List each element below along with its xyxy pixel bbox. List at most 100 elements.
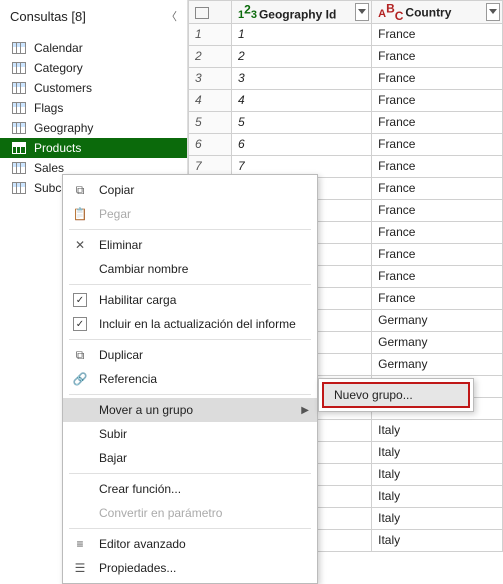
sidebar-item-label: Category (34, 61, 83, 75)
menu-item[interactable]: 🔗 Referencia (63, 367, 317, 391)
menu-item[interactable]: ☰ Propiedades... (63, 556, 317, 580)
sidebar-item-calendar[interactable]: Calendar (0, 38, 187, 58)
cell-geography-id[interactable]: 1 (232, 23, 372, 45)
row-number[interactable]: 5 (189, 111, 232, 133)
table-row[interactable]: 22France (189, 45, 503, 67)
cell-country[interactable]: France (372, 199, 503, 221)
menu-item-label: Convertir en parámetro (99, 506, 222, 520)
submenu-item-new-group[interactable]: Nuevo grupo... (322, 382, 470, 408)
cell-country[interactable]: Italy (372, 463, 503, 485)
cell-country[interactable]: Italy (372, 485, 503, 507)
cell-country[interactable]: Germany (372, 309, 503, 331)
table-icon (12, 122, 26, 134)
menu-item-label: Propiedades... (99, 561, 176, 575)
cell-country[interactable]: Germany (372, 331, 503, 353)
blank-icon (71, 505, 89, 521)
cell-country[interactable]: France (372, 45, 503, 67)
text-type-icon: ABC (378, 8, 403, 20)
menu-separator (69, 229, 311, 230)
row-number[interactable]: 2 (189, 45, 232, 67)
blank-icon (71, 261, 89, 277)
menu-item-label: Editor avanzado (99, 537, 186, 551)
cell-country[interactable]: Germany (372, 353, 503, 375)
cell-country[interactable]: France (372, 89, 503, 111)
sidebar-item-products[interactable]: Products (0, 138, 187, 158)
sidebar-title: Consultas [8] (10, 9, 86, 24)
menu-item[interactable]: Bajar (63, 446, 317, 470)
cell-country[interactable]: France (372, 243, 503, 265)
menu-item[interactable]: ⧉Copiar (63, 178, 317, 202)
table-row[interactable]: 44France (189, 89, 503, 111)
column-header-geography-id[interactable]: 123Geography Id (232, 1, 372, 24)
row-number[interactable]: 1 (189, 23, 232, 45)
cell-country[interactable]: France (372, 111, 503, 133)
sidebar-item-customers[interactable]: Customers (0, 78, 187, 98)
reference-icon: 🔗 (71, 371, 89, 387)
menu-item[interactable]: Crear función... (63, 477, 317, 501)
menu-item-label: Copiar (99, 183, 134, 197)
menu-separator (69, 394, 311, 395)
cell-country[interactable]: France (372, 177, 503, 199)
cell-country[interactable]: Italy (372, 441, 503, 463)
cell-country[interactable]: Italy (372, 419, 503, 441)
cell-geography-id[interactable]: 4 (232, 89, 372, 111)
menu-item[interactable]: ✓ Habilitar carga (63, 288, 317, 312)
menu-item-label: Bajar (99, 451, 127, 465)
cell-geography-id[interactable]: 5 (232, 111, 372, 133)
cell-country[interactable]: France (372, 133, 503, 155)
sidebar-header[interactable]: Consultas [8] 〈 (0, 4, 187, 32)
table-row[interactable]: 55France (189, 111, 503, 133)
cell-country[interactable]: Italy (372, 507, 503, 529)
column-dropdown-icon[interactable] (355, 3, 369, 21)
cell-geography-id[interactable]: 3 (232, 67, 372, 89)
menu-item-label: Cambiar nombre (99, 262, 188, 276)
chevron-left-icon[interactable]: 〈 (166, 8, 177, 24)
cell-country[interactable]: France (372, 221, 503, 243)
sidebar-item-label: Geography (34, 121, 93, 135)
menu-item[interactable]: ✕Eliminar (63, 233, 317, 257)
menu-item[interactable]: ⧉Duplicar (63, 343, 317, 367)
sidebar-item-label: Calendar (34, 41, 83, 55)
cell-country[interactable]: France (372, 23, 503, 45)
sidebar-item-label: Products (34, 141, 81, 155)
duplicate-icon: ⧉ (71, 347, 89, 363)
corner-cell[interactable] (189, 1, 232, 24)
sidebar-item-category[interactable]: Category (0, 58, 187, 78)
menu-item[interactable]: Subir (63, 422, 317, 446)
menu-item-label: Incluir en la actualización del informe (99, 317, 296, 331)
checkbox-checked: ✓ (71, 316, 89, 332)
table-row[interactable]: 33France (189, 67, 503, 89)
blank-icon (71, 402, 89, 418)
table-icon (195, 7, 209, 19)
menu-item[interactable]: ✓ Incluir en la actualización del informe (63, 312, 317, 336)
menu-item: 📋Pegar (63, 202, 317, 226)
menu-item-label: Referencia (99, 372, 157, 386)
cell-geography-id[interactable]: 6 (232, 133, 372, 155)
menu-item[interactable]: Cambiar nombre (63, 257, 317, 281)
row-number[interactable]: 3 (189, 67, 232, 89)
column-dropdown-icon[interactable] (486, 3, 500, 21)
blank-icon (71, 426, 89, 442)
menu-item-label: Pegar (99, 207, 131, 221)
cell-geography-id[interactable]: 2 (232, 45, 372, 67)
properties-icon: ☰ (71, 560, 89, 576)
menu-item-label: Crear función... (99, 482, 181, 496)
menu-item[interactable]: ≡Editor avanzado (63, 532, 317, 556)
cell-country[interactable]: France (372, 67, 503, 89)
row-number[interactable]: 4 (189, 89, 232, 111)
cell-country[interactable]: Italy (372, 529, 503, 551)
menu-item: Convertir en parámetro (63, 501, 317, 525)
row-number[interactable]: 6 (189, 133, 232, 155)
cell-country[interactable]: France (372, 155, 503, 177)
checkbox-checked: ✓ (71, 292, 89, 308)
cell-country[interactable]: France (372, 287, 503, 309)
sidebar-item-flags[interactable]: Flags (0, 98, 187, 118)
sidebar-item-geography[interactable]: Geography (0, 118, 187, 138)
menu-item[interactable]: Mover a un grupo▶ (63, 398, 317, 422)
menu-item-label: Habilitar carga (99, 293, 176, 307)
table-icon (12, 102, 26, 114)
table-row[interactable]: 66France (189, 133, 503, 155)
column-header-country[interactable]: ABCCountry (372, 1, 503, 24)
cell-country[interactable]: France (372, 265, 503, 287)
table-row[interactable]: 11France (189, 23, 503, 45)
